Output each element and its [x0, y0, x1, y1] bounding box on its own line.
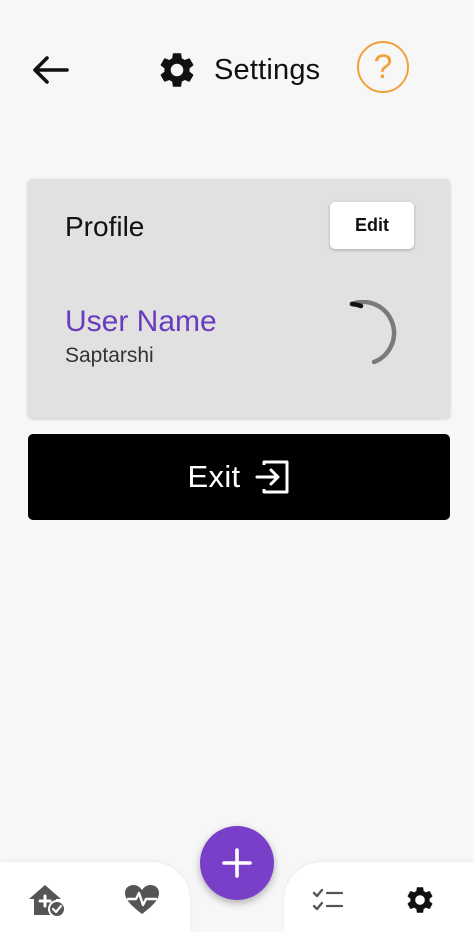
nav-item-home[interactable]	[27, 880, 67, 920]
app-header: Settings ?	[0, 0, 474, 140]
edit-button[interactable]: Edit	[330, 202, 414, 249]
nav-item-tasks[interactable]	[308, 880, 348, 920]
user-name-label: User Name	[65, 305, 217, 338]
exit-label: Exit	[187, 459, 241, 494]
user-name-value: Saptarshi	[65, 344, 154, 367]
exit-icon	[255, 460, 289, 494]
add-fab-button[interactable]	[200, 826, 274, 900]
page-title: Settings	[214, 53, 321, 86]
nav-item-settings[interactable]	[400, 880, 440, 920]
gear-icon	[407, 887, 433, 913]
exit-button[interactable]: Exit	[28, 434, 450, 520]
profile-card: Profile Edit User Name Saptarshi	[28, 179, 450, 418]
profile-title: Profile	[65, 211, 145, 242]
spinner-icon	[349, 300, 397, 365]
checklist-icon	[312, 888, 344, 911]
plus-icon	[222, 848, 252, 878]
gear-icon	[160, 53, 194, 87]
nav-item-health[interactable]	[122, 880, 162, 920]
home-check-icon	[29, 885, 66, 918]
heart-pulse-icon	[125, 885, 159, 914]
page-title-group: Settings	[156, 46, 320, 94]
bottom-nav-right	[284, 862, 474, 932]
back-button[interactable]	[28, 48, 72, 92]
bottom-nav-left	[0, 862, 190, 932]
question-mark-icon: ?	[373, 48, 393, 86]
arrow-left-icon	[33, 56, 69, 84]
help-button[interactable]: ?	[357, 41, 409, 93]
